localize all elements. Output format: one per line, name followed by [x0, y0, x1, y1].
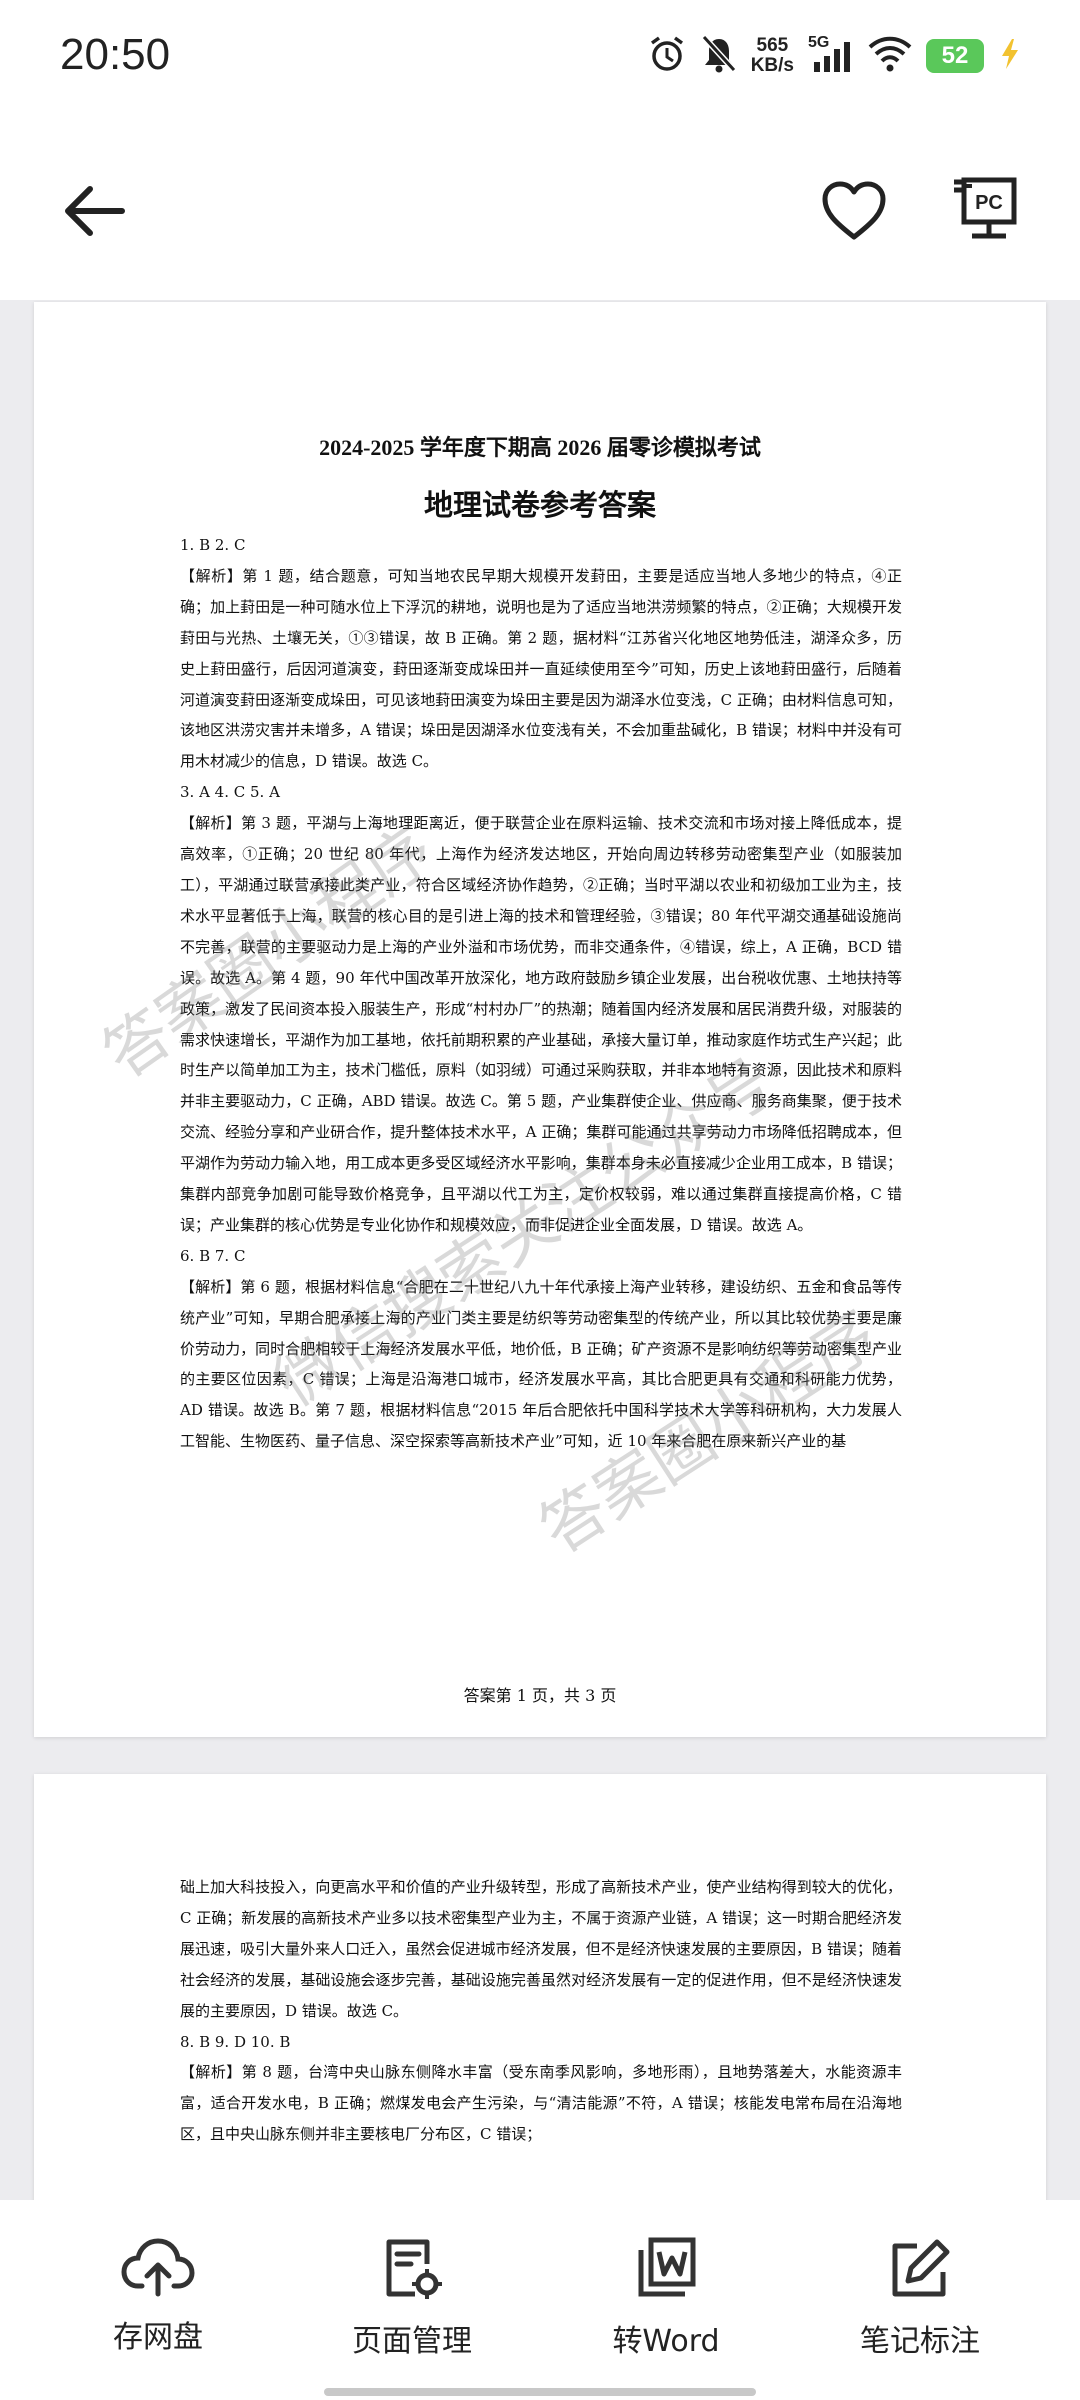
document-page-1: 2024-2025 学年度下期高 2026 届零诊模拟考试 地理试卷参考答案 1… — [34, 302, 1046, 1737]
bottom-toolbar: 存网盘 页面管理 转Word 笔记标注 — [0, 2200, 1080, 2400]
alarm-icon — [647, 34, 687, 78]
exam-title: 2024-2025 学年度下期高 2026 届零诊模拟考试 — [319, 435, 761, 460]
favorite-button[interactable] — [820, 180, 888, 246]
explanation-paragraph: 【解析】第 3 题，平湖与上海地理距离近，便于联营企业在原料运输、技术交流和市场… — [180, 814, 902, 1234]
answer-line: 6. B 7. C — [180, 1246, 246, 1265]
home-indicator[interactable] — [324, 2388, 756, 2396]
page-settings-icon — [312, 2236, 512, 2302]
page-footer: 答案第 1 页，共 3 页 — [463, 1686, 617, 1705]
signal-icon: 5G — [808, 34, 854, 76]
svg-text:PC: PC — [975, 192, 1003, 214]
convert-to-word-label: 转Word — [612, 2324, 720, 2359]
cloud-upload-icon — [58, 2236, 258, 2298]
charging-icon — [998, 37, 1022, 75]
wifi-icon — [868, 35, 912, 77]
answer-line: 8. B 9. D 10. B — [180, 2032, 291, 2051]
back-button[interactable] — [60, 176, 130, 250]
status-bar: 20:50 565 KB/s 5G 52 — [0, 0, 1080, 120]
page-1-body: 1. B 2. C 【解析】第 1 题，结合题意，可知当地农民早期大规模开发葑田… — [180, 530, 902, 1457]
document-viewer[interactable]: 2024-2025 学年度下期高 2026 届零诊模拟考试 地理试卷参考答案 1… — [0, 300, 1080, 2200]
status-icons: 565 KB/s 5G 52 — [647, 34, 1022, 78]
arrow-left-icon — [60, 186, 130, 250]
network-speed-value: 565 — [756, 35, 789, 56]
document-page-2: 础上加大科技投入，向更高水平和价值的产业升级转型，形成了高新技术产业，使产业结构… — [34, 1774, 1046, 2200]
heart-icon — [820, 181, 888, 246]
battery-level: 52 — [926, 39, 984, 73]
word-convert-icon — [566, 2236, 766, 2302]
answer-key-title: 地理试卷参考答案 — [423, 488, 656, 522]
network-speed-unit: KB/s — [750, 55, 794, 76]
explanation-paragraph: 【解析】第 8 题，台湾中央山脉东侧降水丰富（受东南季风影响，多地形雨），且地势… — [180, 2063, 902, 2144]
explanation-paragraph: 础上加大科技投入，向更高水平和价值的产业升级转型，形成了高新技术产业，使产业结构… — [180, 1878, 902, 2020]
open-on-pc-button[interactable]: PC — [950, 176, 1020, 250]
answer-line: 1. B 2. C — [180, 536, 246, 554]
answer-line: 3. A 4. C 5. A — [180, 783, 280, 802]
top-app-bar: PC — [0, 120, 1080, 300]
edit-note-icon — [820, 2236, 1020, 2302]
page-management-label: 页面管理 — [352, 2324, 472, 2359]
convert-to-word-button[interactable]: 转Word — [566, 2236, 766, 2360]
explanation-paragraph: 【解析】第 1 题，结合题意，可知当地农民早期大规模开发葑田，主要是适应当地人多… — [180, 566, 902, 771]
explanation-paragraph: 【解析】第 6 题，根据材料信息“合肥在二十世纪八九十年代承接上海产业转移，建设… — [180, 1277, 902, 1451]
notes-annotation-button[interactable]: 笔记标注 — [820, 2236, 1020, 2360]
page-management-button[interactable]: 页面管理 — [312, 2236, 512, 2360]
mute-icon — [701, 34, 737, 78]
page-2-body: 础上加大科技投入，向更高水平和价值的产业升级转型，形成了高新技术产业，使产业结构… — [180, 1872, 902, 2150]
pc-screen-icon: PC — [950, 177, 1020, 250]
save-to-cloud-button[interactable]: 存网盘 — [58, 2236, 258, 2356]
save-to-cloud-label: 存网盘 — [113, 2320, 203, 2355]
network-speed: 565 KB/s — [751, 36, 794, 76]
notes-annotation-label: 笔记标注 — [860, 2324, 980, 2359]
status-time: 20:50 — [60, 30, 171, 79]
